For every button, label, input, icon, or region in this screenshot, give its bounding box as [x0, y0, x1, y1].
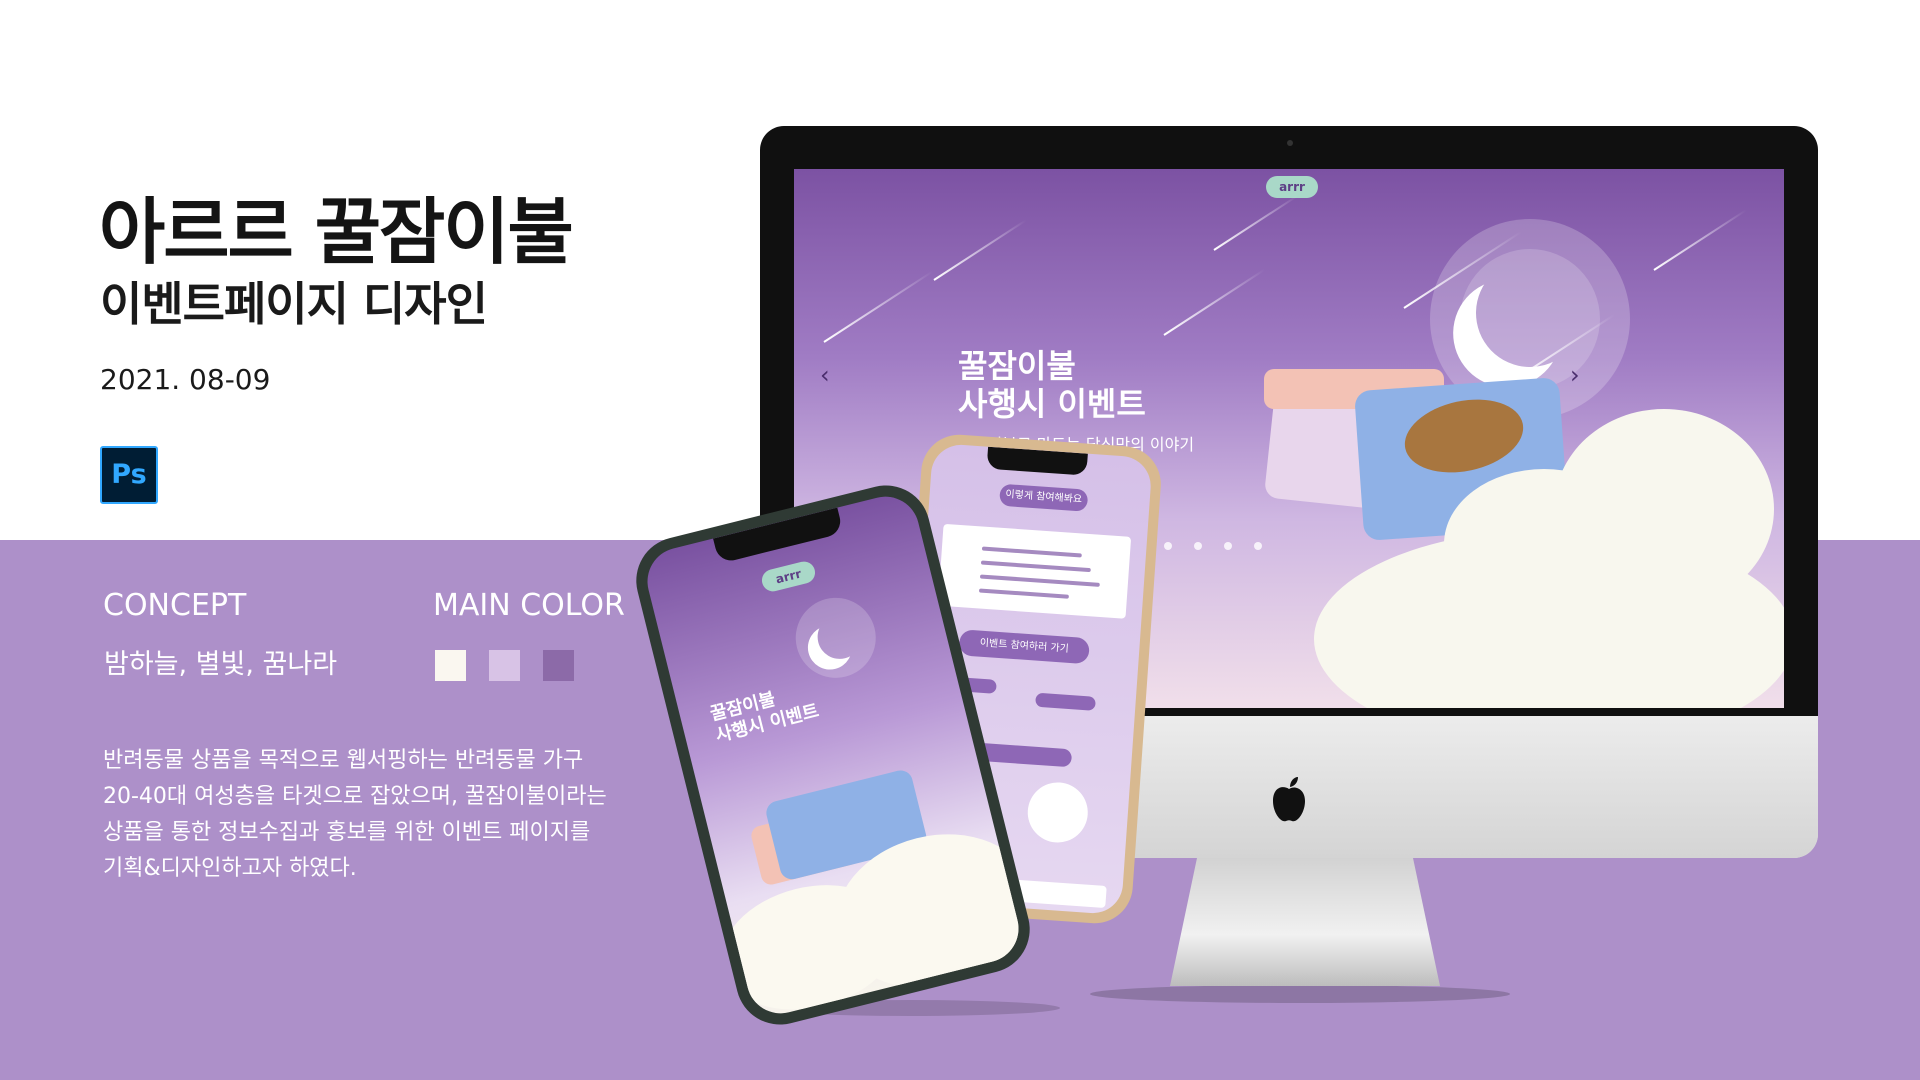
page-title: 아르르 꿀잠이불 — [99, 190, 574, 274]
phone-notch — [713, 507, 844, 564]
info-tag — [1035, 692, 1096, 711]
cloud-shape — [1314, 529, 1784, 708]
phone-event-title: 꿀잠이불 사행시 이벤트 — [708, 679, 821, 747]
concept-label: CONCEPT — [103, 588, 247, 623]
carousel-next-arrow: › — [1570, 361, 1580, 389]
join-event-button[interactable]: 이벤트 참여하러 가기 — [958, 629, 1090, 665]
screen-event-title: 꿀잠이불 사행시 이벤트 — [958, 347, 1146, 423]
page-subtitle: 이벤트페이지 디자인 — [100, 277, 488, 331]
acrostic-card — [937, 523, 1132, 619]
apple-logo-shape — [1273, 777, 1305, 822]
shooting-star — [1213, 194, 1299, 251]
photoshop-icon: Ps — [100, 446, 158, 504]
shooting-star — [1653, 209, 1747, 271]
color-swatch-lavender — [489, 650, 520, 681]
concept-value: 밤하늘, 별빛, 꿈나라 — [104, 649, 338, 680]
carousel-dot — [1164, 542, 1172, 550]
participate-badge: 이렇게 참여해봐요 — [999, 483, 1089, 512]
description-line: 반려동물 상품을 목적으로 웹서핑하는 반려동물 가구 — [103, 748, 584, 773]
color-swatch-cream — [435, 650, 466, 681]
project-date: 2021. 08-09 — [100, 363, 271, 396]
phone-notch — [986, 446, 1088, 476]
card-text-line — [981, 546, 1082, 558]
screen-title-line: 사행시 이벤트 — [958, 385, 1146, 423]
card-text-line — [979, 574, 1100, 587]
arrr-logo: arrr — [1266, 176, 1318, 198]
imac-stand — [1170, 858, 1440, 986]
photoshop-icon-label: Ps — [111, 459, 147, 490]
shooting-star — [823, 270, 934, 343]
shooting-star — [1163, 268, 1266, 336]
carousel-prev-arrow: ‹ — [820, 361, 830, 389]
carousel-dot — [1194, 542, 1202, 550]
product-thumb — [1025, 780, 1090, 845]
card-text-line — [978, 588, 1069, 599]
description-line: 기획&디자인하고자 하였다. — [103, 856, 357, 881]
shooting-star — [933, 219, 1027, 281]
description-line: 20-40대 여성층을 타겟으로 잡았으며, 꿀잠이불이라는 — [103, 784, 607, 809]
project-description: 반려동물 상품을 목적으로 웹서핑하는 반려동물 가구 20-40대 여성층을 … — [103, 743, 663, 887]
carousel-dot — [1224, 542, 1232, 550]
description-line: 상품을 통한 정보수집과 홍보를 위한 이벤트 페이지를 — [103, 820, 591, 845]
arrr-logo: arrr — [759, 559, 818, 594]
imac-camera — [1287, 140, 1293, 146]
apple-logo-icon — [1267, 775, 1311, 825]
main-color-label: MAIN COLOR — [433, 588, 625, 623]
carousel-dot — [1254, 542, 1262, 550]
screen-title-line: 꿀잠이불 — [958, 347, 1076, 385]
imac-shadow — [1090, 985, 1510, 1003]
color-swatch-purple — [543, 650, 574, 681]
card-text-line — [980, 560, 1091, 573]
